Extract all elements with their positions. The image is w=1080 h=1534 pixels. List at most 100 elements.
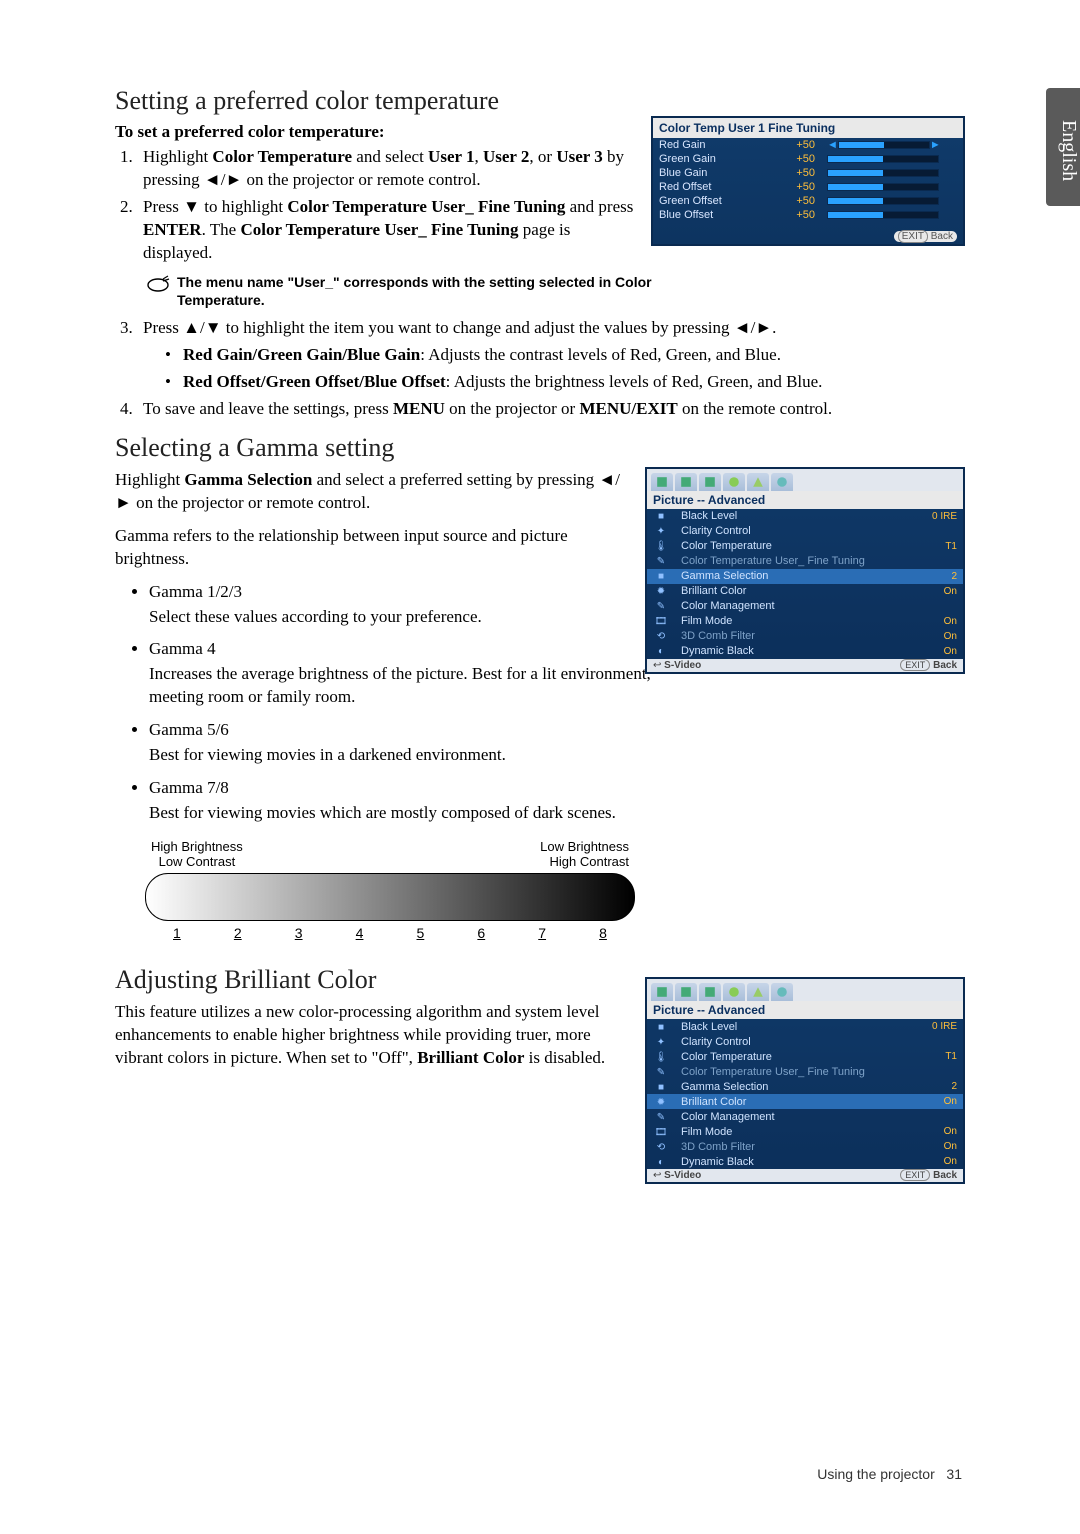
osd-row-value: T1 — [917, 1049, 963, 1064]
osd-row-value: T1 — [917, 539, 963, 554]
osd-row-value — [917, 554, 963, 569]
osd-slider-value: +50 — [772, 138, 821, 152]
osd-adv-title: Picture -- Advanced — [647, 491, 963, 509]
osd-slider-row: Red Gain+50◄► — [653, 138, 963, 152]
tab-icon — [651, 473, 673, 491]
osd-row-icon: ⟲ — [647, 1139, 675, 1154]
osd-row-icon: ✹ — [647, 1094, 675, 1109]
osd-row-value: On — [917, 1139, 963, 1154]
step-4: To save and leave the settings, press ME… — [137, 398, 965, 421]
page-footer: Using the projector 31 — [817, 1466, 962, 1482]
osd-slider-table: Red Gain+50◄►Green Gain+50Blue Gain+50Re… — [653, 138, 963, 222]
osd-row-value: On — [917, 614, 963, 629]
osd-row-icon: ✎ — [647, 1109, 675, 1124]
osd-adv-row: 🎞Film ModeOn — [647, 1124, 963, 1139]
osd-adv-row: ■Black Level0 IRE — [647, 1019, 963, 1034]
osd-slider-bar — [821, 208, 963, 222]
note-hand-icon — [145, 275, 171, 293]
gamma-number: 1 — [173, 925, 181, 941]
brilliant-para: This feature utilizes a new color-proces… — [115, 1001, 635, 1070]
osd-row-label: 3D Comb Filter — [675, 629, 917, 644]
steps-list: Highlight Color Temperature and select U… — [115, 146, 635, 265]
osd-row-icon: ■ — [647, 509, 675, 524]
osd-tabs — [647, 979, 963, 1001]
gamma-list: Gamma 1/2/3Select these values according… — [115, 581, 709, 825]
osd-row-icon: ✎ — [647, 1064, 675, 1079]
osd-row-value — [917, 524, 963, 539]
osd-title: Color Temp User 1 Fine Tuning — [653, 118, 963, 138]
osd-slider-bar — [821, 180, 963, 194]
language-tab: English — [1046, 88, 1080, 206]
osd-row-label: Gamma Selection — [675, 1079, 917, 1094]
tab-icon — [675, 983, 697, 1001]
osd-row-icon: ■ — [647, 1079, 675, 1094]
osd-picture-advanced-brilliant: Picture -- Advanced ■Black Level0 IRE✦Cl… — [645, 977, 965, 1184]
osd-adv-row: ✎Color Temperature User_ Fine Tuning — [647, 1064, 963, 1079]
osd-adv-row: ✹Brilliant ColorOn — [647, 584, 963, 599]
osd-slider-bar — [821, 152, 963, 166]
gamma-para: Gamma refers to the relationship between… — [115, 525, 635, 571]
osd-row-label: Color Temperature — [675, 539, 917, 554]
osd-adv-row: ◐Dynamic BlackOn — [647, 644, 963, 659]
osd-row-value: 2 — [917, 569, 963, 584]
osd-row-icon: ✎ — [647, 599, 675, 614]
osd-slider-value: +50 — [772, 194, 821, 208]
osd-slider-label: Green Gain — [653, 152, 772, 166]
osd-slider-row: Blue Gain+50 — [653, 166, 963, 180]
osd-row-label: Color Management — [675, 599, 917, 614]
tab-icon — [651, 983, 673, 1001]
osd-slider-row: Green Offset+50 — [653, 194, 963, 208]
osd-row-icon: ⟲ — [647, 629, 675, 644]
osd-row-value: On — [917, 644, 963, 659]
steps-list-cont2: To save and leave the settings, press ME… — [115, 398, 965, 421]
osd-adv-row: 🌡Color TemperatureT1 — [647, 539, 963, 554]
osd-row-icon: ✦ — [647, 1034, 675, 1049]
gamma-gradient-bar — [145, 873, 635, 921]
gamma-number: 5 — [417, 925, 425, 941]
osd-adv-row: ⟲3D Comb FilterOn — [647, 1139, 963, 1154]
osd-row-label: Color Temperature User_ Fine Tuning — [675, 1064, 917, 1079]
osd-row-label: Clarity Control — [675, 1034, 917, 1049]
gamma-number: 8 — [599, 925, 607, 941]
osd-row-value: 2 — [917, 1079, 963, 1094]
osd-adv-row: 🎞Film ModeOn — [647, 614, 963, 629]
gamma-number: 3 — [295, 925, 303, 941]
osd-tabs — [647, 469, 963, 491]
tab-icon — [723, 983, 745, 1001]
osd-row-label: Dynamic Black — [675, 644, 917, 659]
osd-adv-row: ⟲3D Comb FilterOn — [647, 629, 963, 644]
osd-footer: EXIT Back — [894, 231, 957, 242]
osd-adv-row: ■Black Level0 IRE — [647, 509, 963, 524]
osd-row-icon: ✹ — [647, 584, 675, 599]
osd-color-temp-panel: Color Temp User 1 Fine Tuning Red Gain+5… — [651, 116, 965, 246]
osd-row-label: Dynamic Black — [675, 1154, 917, 1169]
osd-slider-value: +50 — [772, 208, 821, 222]
gamma-number: 2 — [234, 925, 242, 941]
osd-row-label: Black Level — [675, 509, 917, 524]
osd-slider-label: Red Offset — [653, 180, 772, 194]
osd-slider-row: Blue Offset+50 — [653, 208, 963, 222]
osd-picture-advanced-gamma: Picture -- Advanced ■Black Level0 IRE✦Cl… — [645, 467, 965, 674]
osd-slider-value: +50 — [772, 166, 821, 180]
note-text: The menu name "User_" corresponds with t… — [177, 273, 675, 309]
osd-adv-row: ✹Brilliant ColorOn — [647, 1094, 963, 1109]
osd-row-label: Color Temperature — [675, 1049, 917, 1064]
osd-row-label: Film Mode — [675, 614, 917, 629]
gamma-number: 6 — [477, 925, 485, 941]
osd-adv-row: ✦Clarity Control — [647, 524, 963, 539]
heading-gamma: Selecting a Gamma setting — [115, 433, 965, 463]
osd-row-value — [917, 1109, 963, 1124]
osd-row-value: On — [917, 1154, 963, 1169]
gamma-number: 7 — [538, 925, 546, 941]
osd-adv-footer: ↩ S-Video EXIT Back — [647, 1169, 963, 1182]
osd-row-label: Black Level — [675, 1019, 917, 1034]
osd-row-label: Clarity Control — [675, 524, 917, 539]
tab-icon — [699, 473, 721, 491]
step-3: Press ▲/▼ to highlight the item you want… — [137, 317, 965, 340]
osd-row-value: On — [917, 629, 963, 644]
tab-icon — [675, 473, 697, 491]
step-2: Press ▼ to highlight Color Temperature U… — [137, 196, 635, 265]
osd-row-icon: ◐ — [647, 644, 675, 659]
tab-icon — [747, 983, 769, 1001]
osd-row-icon: 🌡 — [647, 539, 675, 554]
